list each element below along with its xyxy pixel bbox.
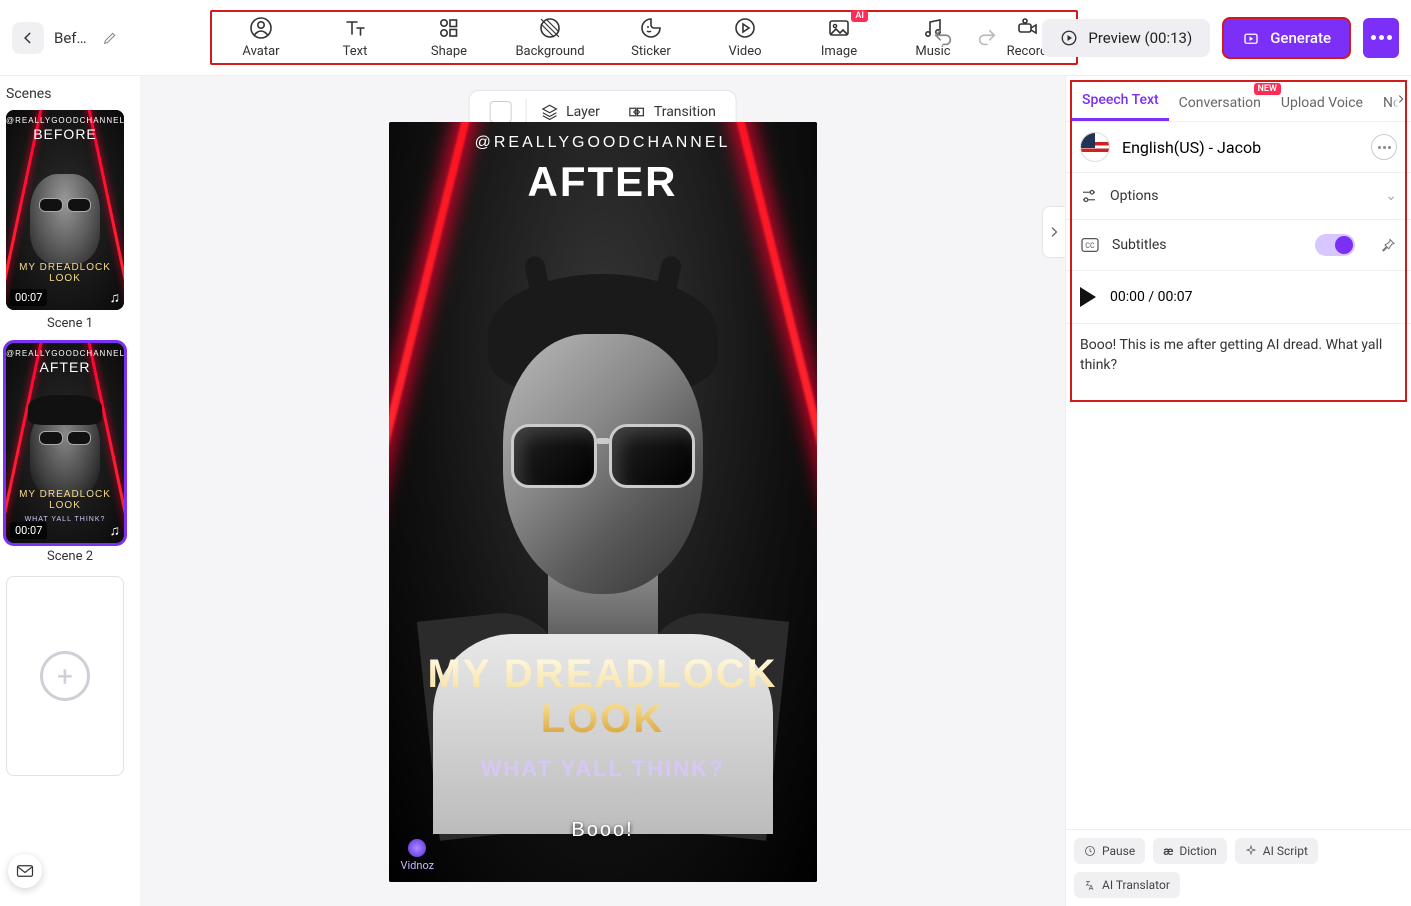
translate-icon	[1084, 879, 1096, 891]
video-icon	[733, 16, 757, 40]
ai-badge: AI	[851, 10, 868, 22]
speech-tabs: Speech Text Conversation NEW Upload Voic…	[1066, 76, 1411, 122]
diction-icon: æ	[1163, 844, 1173, 858]
stage-subtitle-text[interactable]: WHAT YALL THINK?	[389, 756, 817, 782]
scene-label: Scene 2	[6, 549, 134, 564]
generate-button[interactable]: Generate	[1222, 17, 1351, 59]
sliders-icon	[1080, 187, 1098, 205]
layers-icon	[540, 103, 558, 121]
stage-title-text[interactable]: MY DREADLOCK LOOK	[389, 652, 817, 742]
image-icon	[827, 16, 851, 40]
options-row[interactable]: Options ⌄	[1066, 173, 1411, 220]
chevron-down-icon: ⌄	[1385, 188, 1397, 204]
text-icon	[343, 16, 367, 40]
tool-image[interactable]: AI Image	[804, 16, 874, 59]
edit-name-button[interactable]	[98, 26, 122, 50]
add-scene-button[interactable]: +	[6, 576, 124, 776]
playback-row: 00:00 / 00:07	[1066, 271, 1411, 324]
redo-button[interactable]	[974, 25, 1000, 51]
music-note-icon: ♫	[110, 522, 121, 539]
tool-text[interactable]: Text	[320, 16, 390, 59]
scenes-heading: Scenes	[6, 86, 134, 102]
avatar-icon	[249, 16, 273, 40]
script-textarea[interactable]: Booo! This is me after getting AI dread.…	[1066, 324, 1411, 829]
stage-handle-text[interactable]: @REALLYGOODCHANNEL	[389, 134, 817, 152]
tabs-scroll-right[interactable]	[1391, 76, 1411, 121]
svg-text:CC: CC	[1085, 241, 1095, 250]
plus-icon: +	[40, 651, 90, 701]
us-flag-icon	[1080, 132, 1110, 162]
ai-translator-tool[interactable]: AI Translator	[1074, 872, 1180, 898]
shape-icon	[437, 16, 461, 40]
sticker-icon	[639, 16, 663, 40]
back-button[interactable]	[12, 22, 44, 54]
feedback-button[interactable]	[8, 854, 42, 888]
scene-thumb-1[interactable]: @REALLYGOODCHANNEL BEFORE MY DREADLOCK L…	[6, 110, 124, 310]
project-name: Before & After	[54, 29, 88, 47]
sparkle-icon	[1245, 845, 1257, 857]
stage-after-text[interactable]: AFTER	[389, 158, 817, 206]
diction-tool[interactable]: æ Diction	[1153, 838, 1227, 864]
envelope-icon	[16, 864, 34, 878]
voice-name: English(US) - Jacob	[1122, 138, 1261, 157]
voice-more-button[interactable]	[1371, 134, 1397, 160]
cc-icon: CC	[1080, 237, 1100, 253]
stage-caption-text[interactable]: Booo!	[389, 819, 817, 842]
tab-speech-text[interactable]: Speech Text	[1072, 82, 1169, 121]
preview-button[interactable]: Preview (00:13)	[1042, 19, 1210, 57]
more-button[interactable]	[1363, 18, 1399, 58]
canvas-stage[interactable]: @REALLYGOODCHANNEL AFTER MY DREADLOCK LO…	[389, 122, 817, 882]
scene-time: 00:07	[10, 522, 47, 539]
voice-selector[interactable]: English(US) - Jacob	[1066, 122, 1411, 173]
collapse-panel-button[interactable]	[1042, 206, 1066, 258]
clock-icon	[1084, 845, 1096, 857]
tool-sticker[interactable]: Sticker	[616, 16, 686, 59]
tool-avatar[interactable]: Avatar	[226, 16, 296, 59]
scene-time: 00:07	[10, 289, 47, 306]
background-icon	[538, 16, 562, 40]
pin-button[interactable]	[1379, 236, 1397, 254]
tab-conversation[interactable]: Conversation NEW	[1169, 85, 1271, 121]
tool-shape[interactable]: Shape	[414, 16, 484, 59]
scene-label: Scene 1	[6, 316, 134, 331]
pause-tool[interactable]: Pause	[1074, 838, 1145, 864]
scene-thumb-2[interactable]: @REALLYGOODCHANNEL AFTER MY DREADLOCK LO…	[6, 343, 124, 543]
watermark-logo: Vidnoz	[401, 839, 435, 872]
music-note-icon: ♫	[110, 289, 121, 306]
subtitles-toggle[interactable]	[1315, 234, 1355, 256]
play-button[interactable]	[1080, 287, 1096, 307]
play-circle-icon	[1060, 29, 1078, 47]
undo-button[interactable]	[930, 25, 956, 51]
tool-background[interactable]: Background	[508, 16, 592, 59]
ai-script-tool[interactable]: AI Script	[1235, 838, 1318, 864]
tool-video[interactable]: Video	[710, 16, 780, 59]
transition-icon	[628, 103, 646, 121]
subtitles-row: CC Subtitles	[1066, 220, 1411, 271]
generate-icon	[1242, 29, 1260, 47]
playback-time: 00:00 / 00:07	[1110, 289, 1192, 305]
tab-upload-voice[interactable]: Upload Voice	[1271, 85, 1373, 121]
